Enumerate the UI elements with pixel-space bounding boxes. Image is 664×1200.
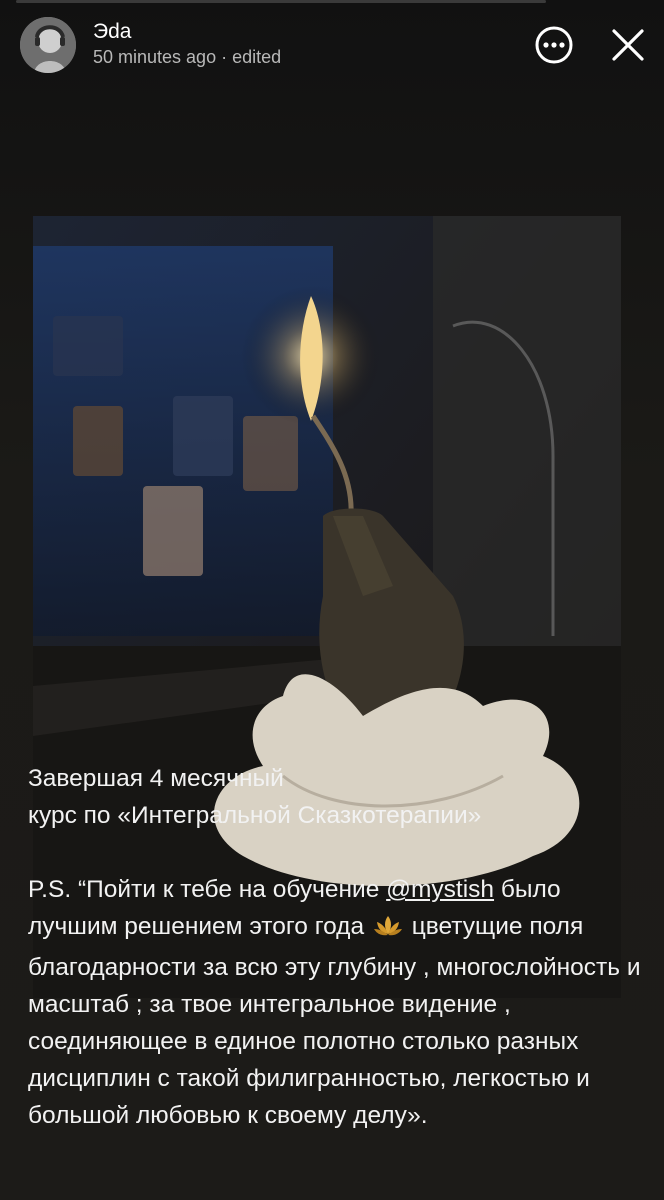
close-x-icon [612,29,644,61]
ellipsis-circle-icon [535,26,573,64]
lotus-icon [373,912,403,949]
mention-link[interactable]: @mystish [386,876,494,903]
caption-ps: P.S. “Пойти к тебе на обучение @mystish … [28,871,648,1134]
caption-line-1: Завершая 4 месячный [28,765,284,792]
more-options-button[interactable] [532,23,576,67]
caption-ps-start: P.S. “Пойти к тебе на обучение [28,876,387,903]
avatar-photo [20,17,76,73]
caption-line-2: курс по «Интегральной Сказкотерапии» [28,802,482,829]
story-caption: Завершая 4 месячный курс по «Интегрально… [28,760,648,1134]
post-meta: 50 minutes ago · edited [93,47,281,68]
timestamp: 50 minutes ago [93,47,217,67]
story-progress-bar [16,0,546,3]
avatar[interactable] [20,17,76,73]
meta-separator: · [221,47,228,67]
caption-gap [28,834,648,871]
edited-label: edited [232,47,282,67]
close-button[interactable] [606,23,650,67]
username[interactable]: Эda [93,20,131,44]
caption-ps-end: цветущие поля благодарности за всю эту г… [28,913,641,1129]
